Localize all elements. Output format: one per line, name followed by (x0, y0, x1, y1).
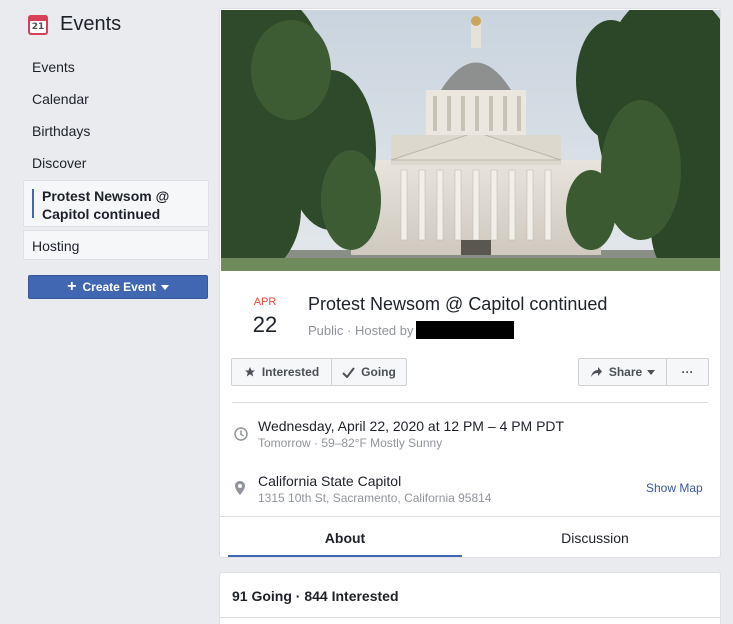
sidebar-header: 21 Events (28, 13, 121, 36)
create-event-button[interactable]: + Create Event (28, 275, 208, 299)
event-subtitle: Public · Hosted by (308, 321, 514, 339)
divider (232, 402, 708, 403)
event-time: Wednesday, April 22, 2020 at 12 PM – 4 P… (258, 418, 565, 434)
create-event-label: Create Event (82, 280, 156, 294)
event-date-day: 22 (252, 312, 278, 337)
location-pin-icon (235, 481, 245, 495)
calendar-icon: 21 (28, 14, 48, 35)
check-icon (342, 366, 355, 378)
star-icon (244, 367, 255, 377)
show-map-link[interactable]: Show Map (646, 481, 703, 495)
sidebar-item-events[interactable]: Events (32, 59, 75, 75)
share-label: Share (608, 365, 643, 379)
more-options-button[interactable]: ··· (666, 358, 709, 386)
event-date-month: APR (253, 296, 277, 308)
divider (220, 516, 720, 517)
going-label: Going (361, 365, 396, 379)
share-button[interactable]: Share (578, 358, 667, 386)
event-privacy-host-text: Public · Hosted by (308, 322, 414, 338)
tab-about[interactable]: About (228, 530, 462, 546)
plus-icon: + (67, 278, 77, 295)
sidebar-item-hosting[interactable]: Hosting (23, 230, 209, 260)
sidebar-item-calendar[interactable]: Calendar (32, 91, 89, 107)
active-tab-indicator (228, 555, 462, 557)
share-arrow-icon (590, 367, 602, 377)
tab-discussion[interactable]: Discussion (478, 530, 712, 546)
clock-icon (234, 427, 248, 441)
sidebar: 21 Events Events Calendar Birthdays Disc… (0, 0, 218, 624)
interested-label: Interested (261, 365, 320, 379)
going-button[interactable]: Going (331, 358, 407, 386)
event-title: Protest Newsom @ Capitol continued (308, 294, 608, 314)
redacted-host-name (415, 321, 514, 339)
event-weather: Tomorrow · 59–82°F Mostly Sunny (258, 436, 443, 450)
sidebar-item-active-event[interactable]: Protest Newsom @ Capitol continued (23, 180, 209, 227)
caret-down-icon (647, 369, 656, 375)
sidebar-title: Events (60, 13, 122, 35)
caret-down-icon (160, 284, 169, 290)
event-address: 1315 10th St, Sacramento, California 958… (258, 491, 492, 505)
attendance-stats[interactable]: 91 Going · 844 Interested (232, 588, 399, 604)
sidebar-item-birthdays[interactable]: Birthdays (32, 123, 90, 139)
interested-button[interactable]: Interested (231, 358, 332, 386)
event-location[interactable]: California State Capitol (258, 473, 401, 489)
event-card: APR 22 Protest Newsom @ Capitol continue… (219, 8, 721, 558)
sidebar-item-discover[interactable]: Discover (32, 155, 86, 171)
more-label: ··· (681, 365, 694, 379)
cover-photo[interactable] (221, 10, 720, 271)
divider (220, 617, 720, 618)
attendance-card: 91 Going · 844 Interested (219, 572, 721, 624)
calendar-icon-day: 21 (31, 21, 45, 32)
